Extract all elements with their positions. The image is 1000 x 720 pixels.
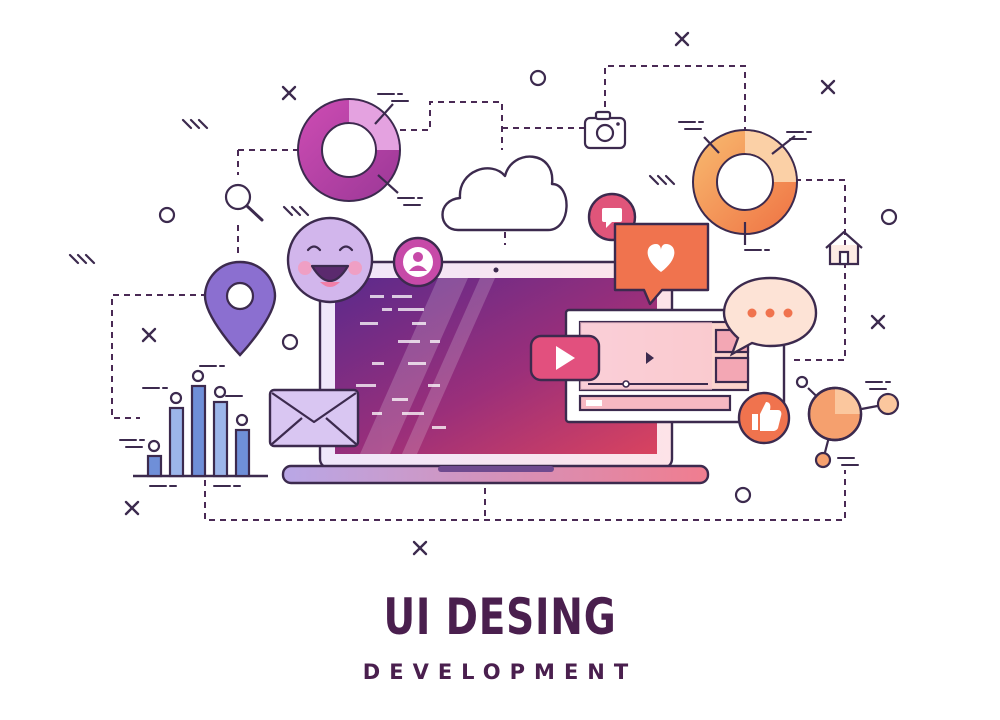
location-pin-icon	[203, 260, 277, 357]
speech-bubble-icon	[722, 276, 818, 357]
page-subtitle: DEVELOPMENT	[362, 660, 638, 684]
play-button-icon	[529, 334, 601, 382]
like-icon	[737, 391, 791, 445]
home-icon	[825, 230, 863, 266]
bar-chart-icon	[119, 365, 268, 487]
envelope-icon	[268, 388, 360, 448]
user-icon	[392, 236, 444, 288]
camera-icon	[583, 110, 627, 150]
search-icon	[224, 183, 264, 222]
cloud-icon	[441, 155, 568, 232]
donut-chart-icon	[297, 93, 423, 206]
smiley-icon	[286, 216, 374, 304]
page-title: UI DESING	[383, 588, 617, 646]
network-icon	[795, 375, 900, 469]
